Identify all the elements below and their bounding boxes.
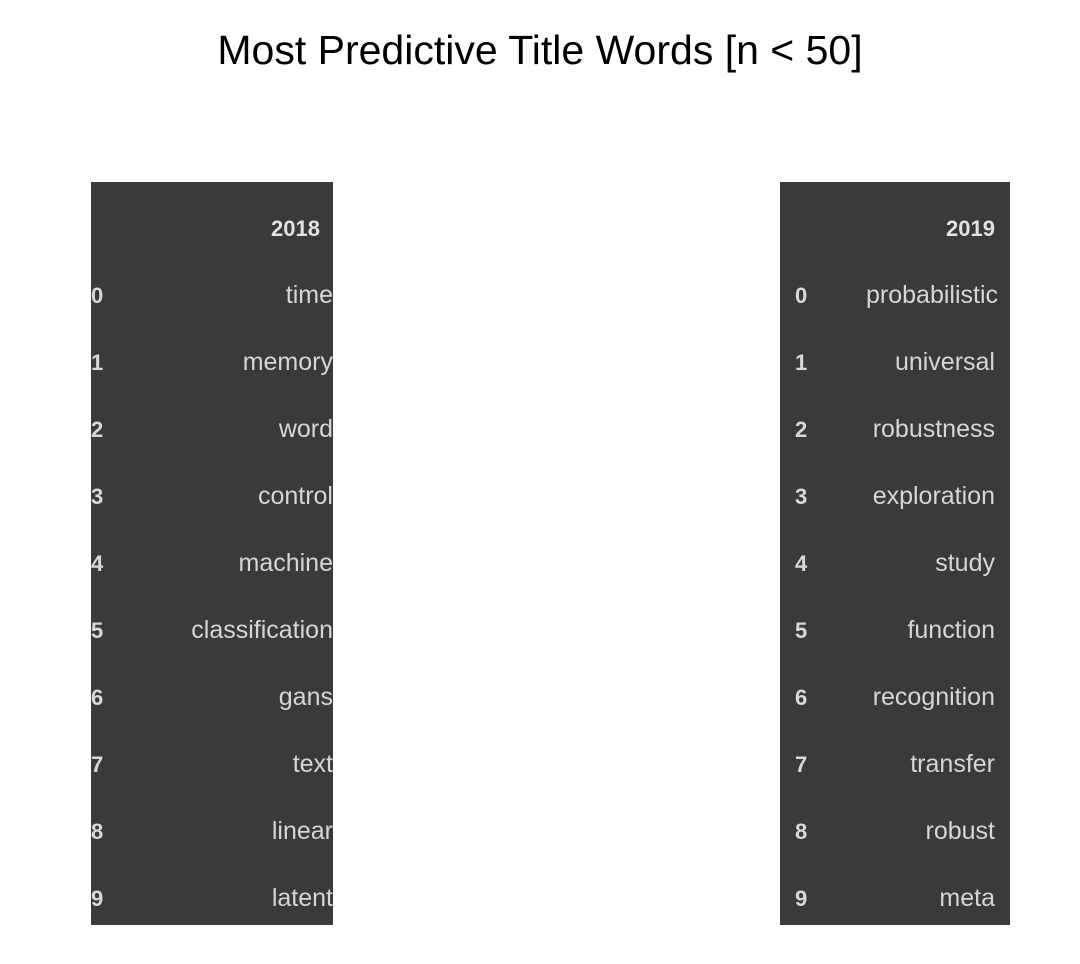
row-word: control xyxy=(257,482,333,510)
row-word: classification xyxy=(191,616,333,644)
row-word: text xyxy=(292,750,333,778)
row-index: 0 xyxy=(795,282,808,308)
row-word: gans xyxy=(278,683,333,711)
row-word: robustness xyxy=(872,415,995,443)
column-header-index xyxy=(91,182,162,262)
table-2018: 2018 0 time 1 memory 2 word 3 control 4 … xyxy=(91,182,333,964)
row-word: study xyxy=(935,549,995,577)
row-index: 6 xyxy=(795,684,808,710)
row-word: latent xyxy=(271,884,333,912)
padding-cell xyxy=(91,932,162,964)
row-word: universal xyxy=(894,348,995,376)
table-row: 8 linear xyxy=(91,798,333,865)
table-row: 3 control xyxy=(91,463,333,530)
row-word: robust xyxy=(925,817,995,845)
row-index: 7 xyxy=(91,751,104,777)
table-row: 1 memory xyxy=(91,329,333,396)
row-index: 4 xyxy=(91,550,104,576)
row-word: word xyxy=(278,415,333,443)
table-row: 3 exploration xyxy=(780,463,1010,530)
row-index: 8 xyxy=(795,818,808,844)
table-bottom-padding xyxy=(780,932,1010,964)
row-index: 2 xyxy=(91,416,104,442)
column-header-year: 2018 xyxy=(271,216,320,241)
table-header-row: 2018 xyxy=(91,182,333,262)
row-word: probabilistic xyxy=(866,281,999,309)
padding-cell xyxy=(162,932,333,964)
table-bottom-padding xyxy=(91,932,333,964)
table-row: 7 text xyxy=(91,731,333,798)
table-row: 7 transfer xyxy=(780,731,1010,798)
row-word: exploration xyxy=(872,482,995,510)
table-row: 2 word xyxy=(91,396,333,463)
row-word: time xyxy=(285,281,333,309)
row-index: 3 xyxy=(91,483,104,509)
table-row: 6 recognition xyxy=(780,664,1010,731)
row-index: 5 xyxy=(91,617,104,643)
row-word: machine xyxy=(238,549,334,577)
table-row: 5 classification xyxy=(91,597,333,664)
table-row: 0 time xyxy=(91,262,333,329)
table-row: 4 machine xyxy=(91,530,333,597)
row-index: 1 xyxy=(91,349,104,375)
padding-cell xyxy=(780,932,866,964)
table-row: 9 latent xyxy=(91,865,333,932)
table-2019: 2019 0 probabilistic 1 universal 2 robus… xyxy=(780,182,1010,964)
row-word: memory xyxy=(242,348,333,376)
table-row: 5 function xyxy=(780,597,1010,664)
table-row: 0 probabilistic xyxy=(780,262,1010,329)
row-word: function xyxy=(907,616,995,644)
row-index: 5 xyxy=(795,617,808,643)
row-index: 9 xyxy=(795,885,808,911)
row-index: 0 xyxy=(91,282,104,308)
row-word: recognition xyxy=(872,683,995,711)
padding-cell xyxy=(866,932,1010,964)
row-index: 3 xyxy=(795,483,808,509)
table-header-row: 2019 xyxy=(780,182,1010,262)
table-row: 8 robust xyxy=(780,798,1010,865)
table-row: 6 gans xyxy=(91,664,333,731)
row-word: linear xyxy=(271,817,333,845)
table-row: 1 universal xyxy=(780,329,1010,396)
page-title: Most Predictive Title Words [n < 50] xyxy=(217,27,863,73)
table-row: 2 robustness xyxy=(780,396,1010,463)
table-panel-2019: 2019 0 probabilistic 1 universal 2 robus… xyxy=(780,182,1010,925)
row-index: 2 xyxy=(795,416,808,442)
table-row: 9 meta xyxy=(780,865,1010,932)
row-index: 8 xyxy=(91,818,104,844)
row-index: 6 xyxy=(91,684,104,710)
row-index: 4 xyxy=(795,550,808,576)
row-index: 9 xyxy=(91,885,104,911)
column-header-index xyxy=(780,182,866,262)
table-panel-2018: 2018 0 time 1 memory 2 word 3 control 4 … xyxy=(91,182,333,925)
row-index: 1 xyxy=(795,349,808,375)
column-header-year: 2019 xyxy=(946,216,995,241)
row-index: 7 xyxy=(795,751,808,777)
figure-container: Most Predictive Title Words [n < 50] 201… xyxy=(0,0,1080,961)
row-word: meta xyxy=(939,884,995,912)
table-row: 4 study xyxy=(780,530,1010,597)
row-word: transfer xyxy=(910,750,995,778)
